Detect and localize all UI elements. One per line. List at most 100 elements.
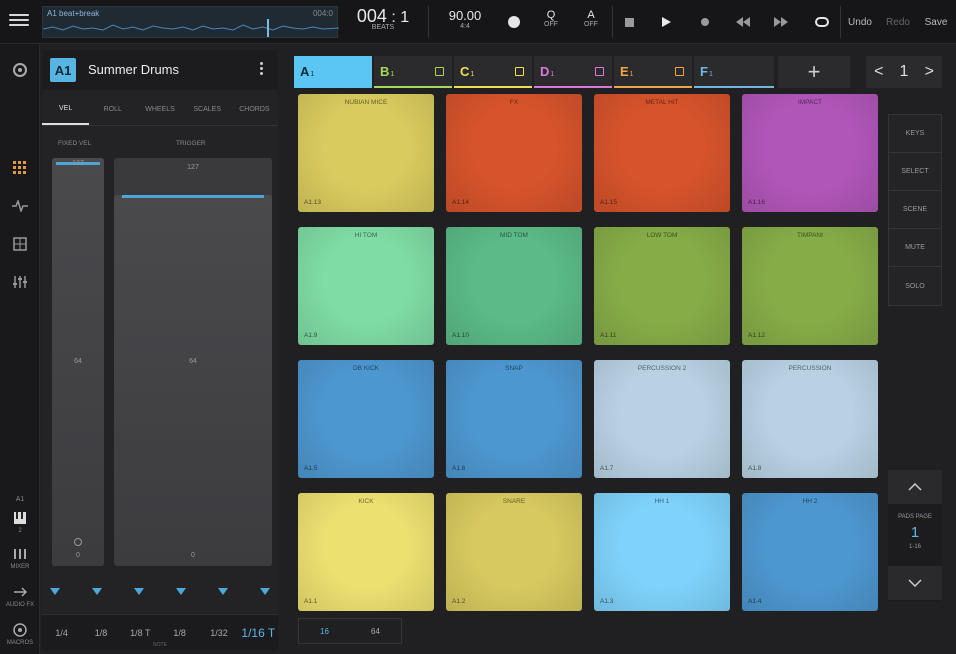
quantize-button[interactable]: Q OFF	[536, 9, 566, 28]
stop-button[interactable]	[618, 10, 640, 34]
clip-grid-icon[interactable]	[8, 232, 32, 256]
pad-a1-8[interactable]: PERCUSSION A1.8	[742, 360, 878, 478]
pad-a1-15[interactable]: METAL HIT A1.15	[594, 94, 730, 212]
chevron-up-icon[interactable]	[888, 470, 942, 504]
fixed-vel-toggle-icon[interactable]	[52, 538, 104, 548]
tab-roll[interactable]: ROLL	[89, 94, 136, 125]
chevron-left-icon[interactable]: <	[874, 63, 883, 81]
automation-button[interactable]: A OFF	[576, 9, 606, 28]
chevron-down-icon[interactable]	[888, 566, 942, 600]
redo-button[interactable]: Redo	[884, 10, 912, 34]
forward-button[interactable]	[768, 10, 794, 34]
play-icon	[662, 17, 671, 27]
stop-icon	[624, 17, 634, 27]
mixer-faders-icon[interactable]	[8, 270, 32, 294]
arrow-down-icon[interactable]	[218, 588, 228, 595]
arrangement-overview[interactable]: A1 beat+break 004:0	[42, 6, 339, 38]
left-rail: A1 2 MIXER AUDIO FX MACROS	[0, 44, 40, 654]
arrow-down-icon[interactable]	[260, 588, 270, 595]
plus-icon: +	[807, 59, 821, 84]
pad-a1-14[interactable]: FX A1.14	[446, 94, 582, 212]
pad-a1-16[interactable]: IMPACT A1.16	[742, 94, 878, 212]
mute-button[interactable]: MUTE	[889, 229, 941, 267]
arrow-down-icon[interactable]	[50, 588, 60, 595]
tab-chords[interactable]: CHORDS	[231, 94, 278, 125]
automation-wave-icon[interactable]	[8, 194, 32, 218]
tab-scales[interactable]: SCALES	[184, 94, 231, 125]
menu-icon[interactable]	[8, 11, 30, 33]
pad-a1-1[interactable]: KICK A1.1	[298, 493, 434, 611]
pad-a1-9[interactable]: HI TOM A1.9	[298, 227, 434, 345]
undo-button[interactable]: Undo	[846, 10, 874, 34]
macros-icon[interactable]	[8, 618, 32, 642]
pad-a1-4[interactable]: HH 2 A1.4	[742, 493, 878, 611]
undo-label: Undo	[848, 16, 872, 28]
keys-button[interactable]: KEYS	[889, 115, 941, 153]
pad-a1-13[interactable]: Nubian Mice A1.13	[298, 94, 434, 212]
divider	[612, 6, 613, 38]
bank-tab-b[interactable]: B1	[374, 56, 452, 88]
more-options-icon[interactable]	[258, 60, 264, 80]
add-bank-button[interactable]: +	[778, 56, 850, 88]
pad-name: HI TOM	[354, 232, 378, 239]
arrow-down-icon[interactable]	[134, 588, 144, 595]
pad-id: A1.2	[452, 598, 466, 605]
metronome-icon	[508, 16, 520, 28]
bank-tab-c[interactable]: C1	[454, 56, 532, 88]
audio-fx-icon[interactable]	[8, 580, 32, 604]
trigger-slider[interactable]: 127 64 0	[114, 158, 272, 566]
redo-label: Redo	[886, 16, 910, 28]
bank-sub: 1	[390, 70, 395, 78]
pad-a1-5[interactable]: DB KICK A1.5	[298, 360, 434, 478]
pad-a1-2[interactable]: SNARE A1.2	[446, 493, 582, 611]
pad-a1-11[interactable]: LOW TOM A1.11	[594, 227, 730, 345]
bank-letter: E	[620, 63, 629, 79]
keyboard-icon[interactable]	[8, 506, 32, 530]
track-badge[interactable]: A1	[50, 58, 76, 82]
pad-id: A1.15	[600, 199, 617, 206]
pad-count-64[interactable]: 64	[350, 619, 401, 643]
scene-button[interactable]: SCENE	[889, 191, 941, 229]
trigger-handle[interactable]	[122, 194, 264, 198]
fixed-velocity-slider[interactable]: 127 64 0	[52, 158, 104, 566]
save-label: Save	[924, 16, 948, 28]
bank-tab-a[interactable]: A1	[294, 56, 372, 88]
tab-wheels[interactable]: WHEELS	[136, 94, 183, 125]
pad-name: MID TOM	[500, 232, 528, 239]
quantize-label: Q	[546, 9, 556, 21]
settings-gear-icon[interactable]	[8, 58, 32, 82]
mixer-icon[interactable]	[8, 542, 32, 566]
track-label: A1 beat+break	[47, 9, 100, 18]
fast-forward-icon	[774, 17, 788, 27]
instrument-name[interactable]: Summer Drums	[88, 62, 179, 77]
metronome-button[interactable]	[502, 10, 526, 34]
arrow-down-icon[interactable]	[176, 588, 186, 595]
tempo-display[interactable]: 90.00 4:4	[438, 8, 492, 30]
pad-a1-6[interactable]: SNAP A1.6	[446, 360, 582, 478]
solo-button[interactable]: SOLO	[889, 267, 941, 305]
record-icon	[701, 18, 709, 26]
chevron-right-icon[interactable]: >	[925, 63, 934, 81]
bank-tab-e[interactable]: E1	[614, 56, 692, 88]
bank-tab-f[interactable]: F1	[694, 56, 774, 88]
loop-button[interactable]	[808, 10, 836, 34]
position-display[interactable]: 004 : 1 BEATS	[350, 6, 416, 31]
pad-id: A1.3	[600, 598, 614, 605]
bank-tab-d[interactable]: D1	[534, 56, 612, 88]
pad-id: A1.1	[304, 598, 318, 605]
save-button[interactable]: Save	[922, 10, 950, 34]
pad-a1-3[interactable]: HH 1 A1.3	[594, 493, 730, 611]
play-button[interactable]	[654, 10, 678, 34]
select-button[interactable]: SELECT	[889, 153, 941, 191]
automation-label: A	[587, 9, 595, 21]
tab-vel[interactable]: VEL	[42, 94, 90, 125]
pad-a1-12[interactable]: TIMPANI A1.12	[742, 227, 878, 345]
arrow-down-icon[interactable]	[92, 588, 102, 595]
pad-count-16[interactable]: 16	[299, 619, 350, 643]
record-button[interactable]	[694, 10, 716, 34]
pads-grid-icon[interactable]	[8, 156, 32, 180]
automation-value: OFF	[584, 21, 598, 28]
rewind-button[interactable]	[730, 10, 756, 34]
pad-a1-7[interactable]: PERCUSSION 2 A1.7	[594, 360, 730, 478]
pad-a1-10[interactable]: MID TOM A1.10	[446, 227, 582, 345]
